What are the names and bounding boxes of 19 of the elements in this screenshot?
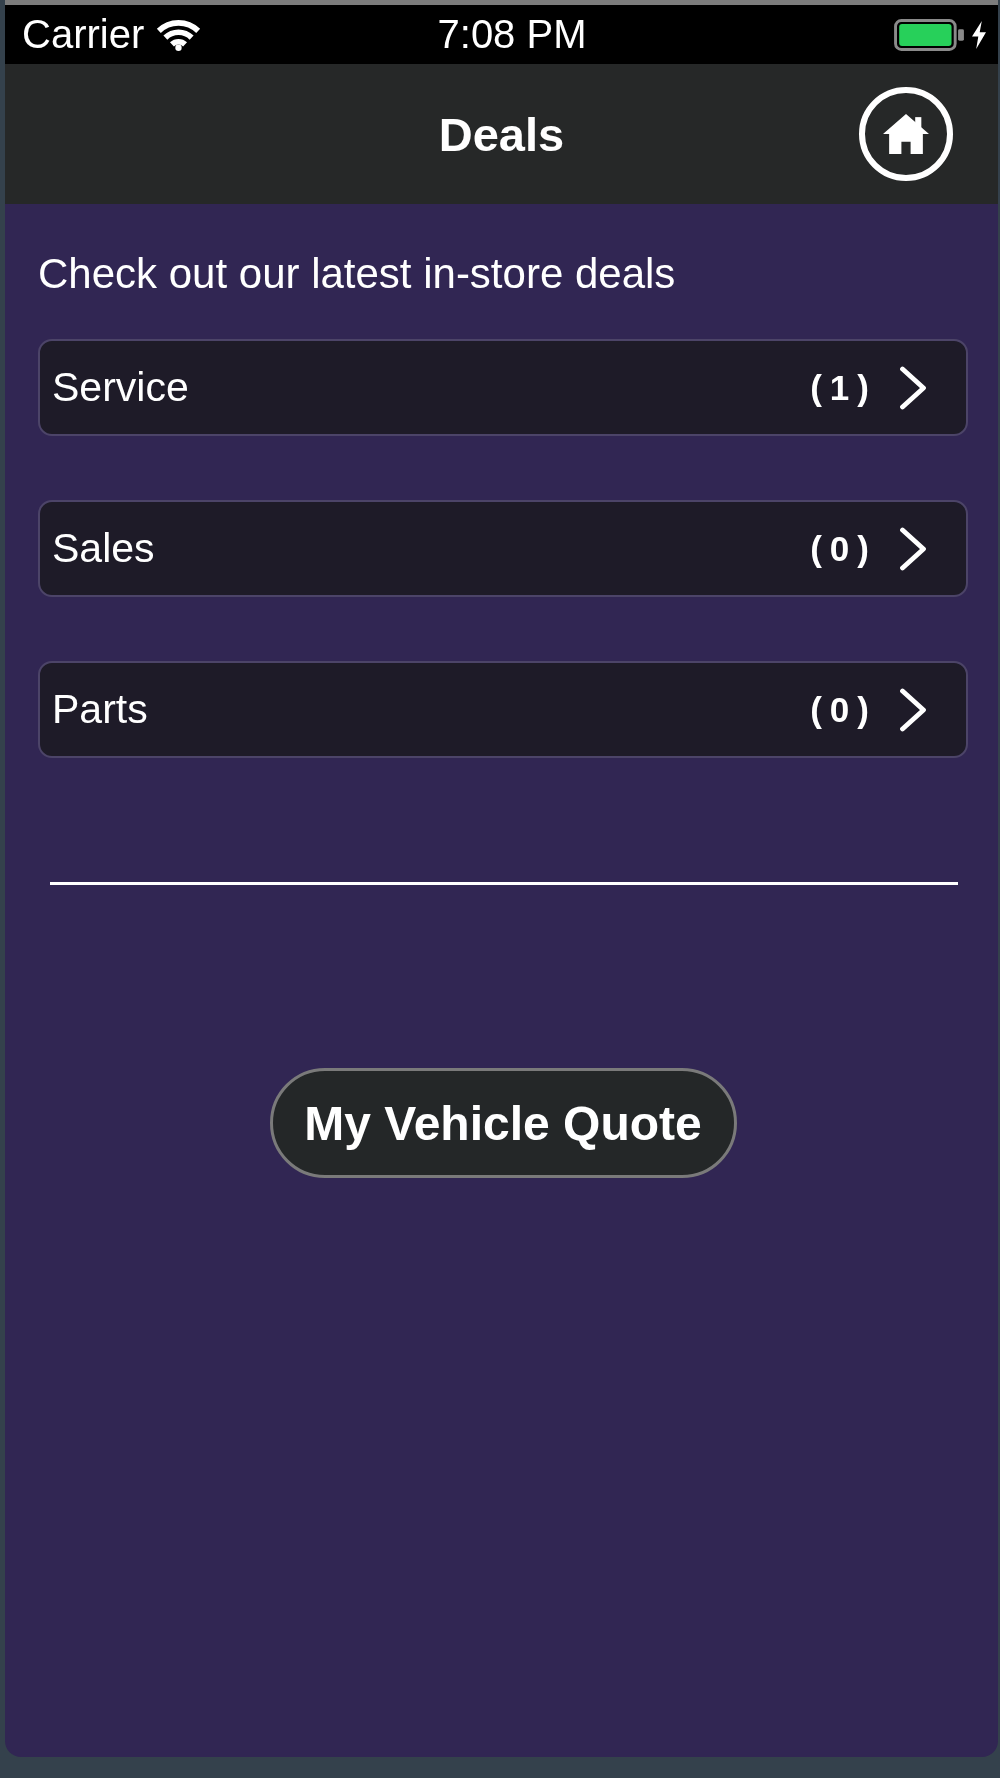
- quote-button[interactable]: My Vehicle Quote: [269, 1068, 737, 1178]
- chevron-right-icon: [899, 687, 928, 732]
- home-button[interactable]: [859, 87, 953, 181]
- time-label: 7:08 PM: [436, 12, 587, 57]
- deal-count: (1): [810, 367, 877, 408]
- page-title: Deals: [438, 106, 565, 162]
- deal-category-row[interactable]: Parts (0): [38, 661, 968, 758]
- deal-category-row[interactable]: Sales (0): [38, 500, 968, 597]
- charging-bolt-icon: [972, 20, 986, 49]
- deal-count: (0): [810, 528, 877, 569]
- deal-category-row[interactable]: Service (1): [38, 339, 968, 436]
- battery-icon: [894, 18, 964, 51]
- deal-count: (0): [810, 689, 877, 730]
- chevron-right-icon: [899, 365, 928, 410]
- home-icon: [883, 114, 929, 154]
- wifi-icon: [156, 18, 202, 51]
- carrier-label: Carrier: [22, 12, 145, 57]
- chevron-right-icon: [899, 526, 928, 571]
- intro-text: Check out our latest in-store deals: [38, 251, 677, 297]
